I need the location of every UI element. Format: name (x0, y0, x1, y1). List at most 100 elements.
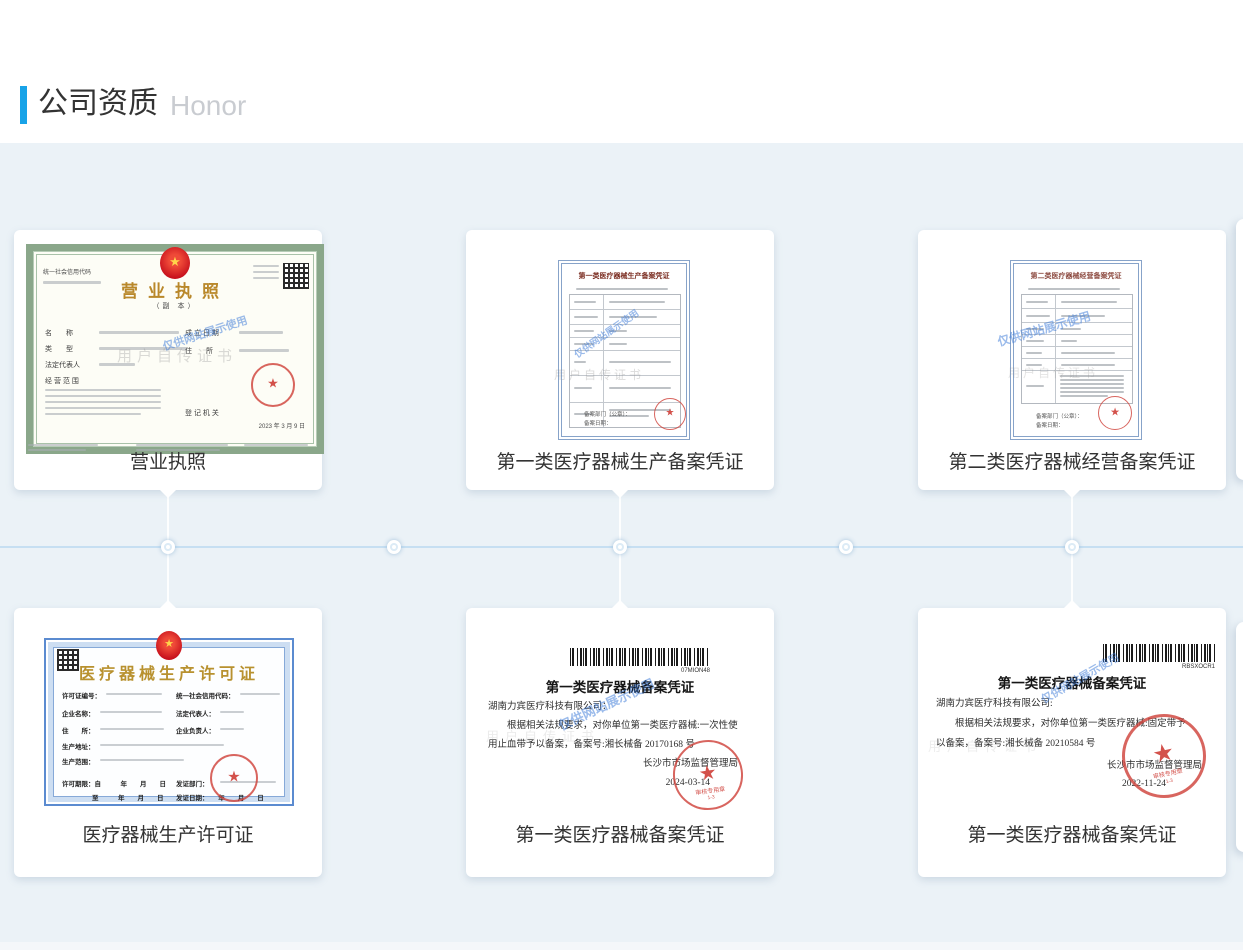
text-smudge (1060, 395, 1108, 397)
field-label-scope: 经 营 范 围 (45, 377, 79, 386)
star-icon: ★ (1099, 405, 1131, 418)
text-smudge (100, 728, 164, 730)
partial-card-next-top[interactable] (1236, 219, 1243, 480)
card-caption: 第一类医疗器械备案凭证 (918, 823, 1226, 849)
text-smudge (106, 693, 162, 695)
watermark-user-upload: 用户自传证书 (554, 366, 644, 383)
timeline-dot (387, 540, 401, 554)
text-smudge (609, 301, 665, 303)
field-label: 生产地址： (62, 741, 95, 751)
field-label-name: 名 称 (45, 329, 73, 338)
cert-card-record-2[interactable]: RBSXOCR1 第一类医疗器械备案凭证 湖南力宾医疗科技有限公司: 根据相关法… (918, 608, 1226, 877)
text-smudge (136, 444, 228, 446)
text-smudge (100, 759, 184, 761)
cert-title: 第二类医疗器械经营备案凭证 (1016, 272, 1136, 281)
text-smudge (576, 288, 668, 290)
watermark-user-upload: 用户自传证书 (117, 345, 237, 366)
text-smudge (1026, 352, 1042, 354)
card-caption: 营业执照 (14, 450, 322, 476)
card-caption: 第二类医疗器械经营备案凭证 (918, 450, 1226, 476)
field-label-legal: 法定代表人 (45, 361, 80, 370)
official-seal-stamp: ★ (251, 363, 295, 407)
cert-subtitle: （副 本） (33, 301, 317, 311)
timeline-dot (1065, 540, 1079, 554)
production-record-image: 第一类医疗器械生产备案凭证 备案部门（公章）： 备案日期： ★ 仅供网站展示使用 (558, 260, 690, 440)
text-smudge (45, 407, 161, 409)
record-dept-line: 备案部门（公章）： (584, 410, 631, 418)
official-seal-stamp: ★ (1098, 396, 1132, 430)
timeline-dot (839, 540, 853, 554)
watermark-user-upload: 用户自传证书 (486, 726, 600, 745)
text-smudge (1061, 352, 1115, 354)
text-smudge (100, 711, 162, 713)
page-title: 公司资质 (38, 84, 158, 124)
star-icon: ★ (212, 768, 256, 786)
text-smudge (240, 693, 280, 695)
text-smudge (1060, 387, 1124, 389)
field-label: 企业负责人： (176, 725, 215, 735)
field-label: 至 年 月 日 (92, 792, 164, 802)
text-smudge (28, 444, 98, 446)
partial-card-next-bottom[interactable] (1236, 622, 1243, 852)
barcode-label: RBSXOCR1 (1118, 664, 1215, 670)
card-caption: 医疗器械生产许可证 (14, 823, 322, 849)
text-smudge (609, 361, 671, 363)
section-header: 公司资质 Honor (0, 0, 1243, 143)
honor-section: ★ 营业执照 （副 本） 统一社会信用代码 名 称 类 型 法定代表人 经 营 … (0, 143, 1243, 950)
official-seal-stamp: ★ (654, 398, 686, 430)
cert-card-record-1[interactable]: 07MION48 第一类医疗器械备案凭证 湖南力宾医疗科技有限公司： 根据相关法… (466, 608, 774, 877)
record-date-line: 备案日期： (584, 419, 612, 427)
text-smudge (609, 343, 627, 345)
text-smudge (1026, 301, 1048, 303)
field-label: 统一社会信用代码： (176, 690, 235, 700)
field-label-type: 类 型 (45, 345, 73, 354)
qr-code-icon (283, 263, 309, 289)
text-smudge (1060, 383, 1124, 385)
text-smudge (220, 728, 244, 730)
page-subtitle: Honor (170, 86, 246, 126)
accent-bar (20, 86, 27, 124)
field-label: 发证部门： (176, 778, 209, 788)
credit-code-label: 统一社会信用代码 (43, 269, 91, 277)
text-smudge (574, 301, 596, 303)
text-smudge (239, 349, 289, 352)
text-smudge (1026, 385, 1044, 387)
text-smudge (574, 316, 598, 318)
field-label: 企业名称： (62, 708, 95, 718)
cert-card-business-license[interactable]: ★ 营业执照 （副 本） 统一社会信用代码 名 称 类 型 法定代表人 经 营 … (14, 230, 322, 490)
text-smudge (253, 265, 279, 267)
watermark-user-upload: 用户自传证书 (928, 736, 1042, 755)
text-smudge (1060, 391, 1124, 393)
star-icon: ★ (253, 376, 293, 392)
field-label: 住 所： (62, 725, 95, 735)
text-smudge (45, 413, 141, 415)
text-smudge (574, 361, 586, 363)
operation-record-image: 第二类医疗器械经营备案凭证 (1010, 260, 1142, 440)
timeline-dot (161, 540, 175, 554)
production-license-image: ★ 医疗器械生产许可证 许可证编号： 统一社会信用代码： 企业名称： 法定代表人… (44, 638, 294, 806)
text-smudge (253, 271, 279, 273)
doc-line1: 湖南力宾医疗科技有限公司: (936, 698, 1053, 710)
star-icon: ★ (655, 408, 685, 419)
text-smudge (574, 387, 592, 389)
text-smudge (609, 387, 671, 389)
cert-card-operation-record[interactable]: 第二类医疗器械经营备案凭证 (918, 230, 1226, 490)
text-smudge (574, 330, 594, 332)
official-seal-stamp: ★ (210, 754, 258, 802)
text-smudge (99, 331, 179, 334)
text-smudge (1061, 301, 1117, 303)
text-smudge (43, 281, 101, 284)
text-smudge (45, 389, 161, 391)
issue-date: 2023 年 3 月 9 日 (259, 423, 305, 431)
card-caption: 第一类医疗器械生产备案凭证 (466, 450, 774, 476)
record-dept-line: 备案部门（公章）： (1036, 412, 1083, 420)
cert-card-production-license[interactable]: ★ 医疗器械生产许可证 许可证编号： 统一社会信用代码： 企业名称： 法定代表人… (14, 608, 322, 877)
text-smudge (239, 331, 283, 334)
text-smudge (244, 444, 308, 446)
cert-card-production-record[interactable]: 第一类医疗器械生产备案凭证 备案部门（公章）： 备案日期： ★ 仅供网站展示使用 (466, 230, 774, 490)
timeline-dot (613, 540, 627, 554)
barcode-label: 07MION48 (616, 668, 710, 674)
section-bottom-strip (0, 942, 1243, 950)
cert-title: 第一类医疗器械生产备案凭证 (564, 272, 684, 281)
field-label: 法定代表人： (176, 708, 215, 718)
